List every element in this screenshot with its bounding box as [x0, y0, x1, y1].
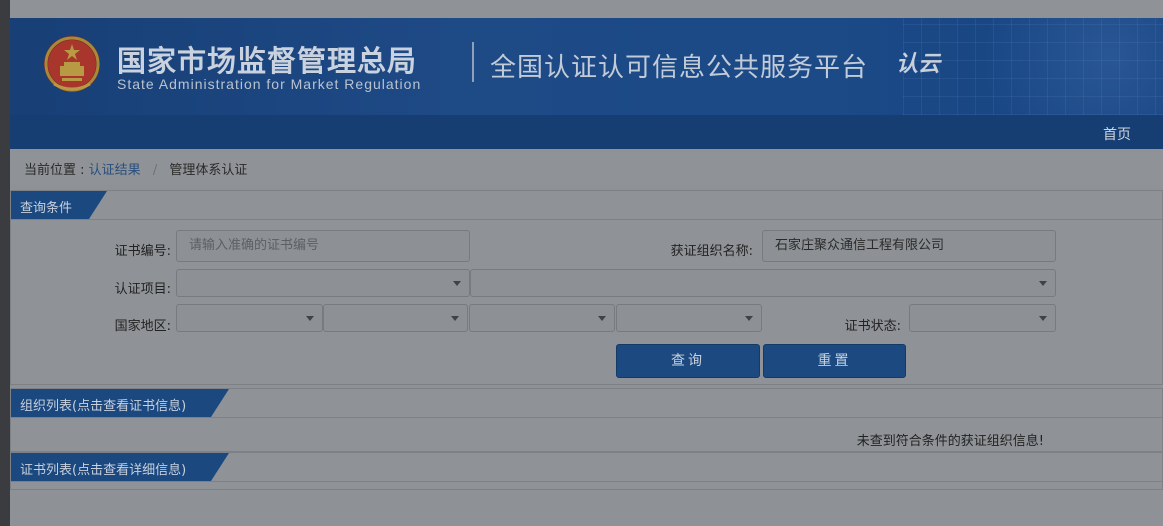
project-sub-select[interactable] — [470, 269, 1056, 297]
org-name-label: 获证组织名称: — [670, 244, 753, 259]
breadcrumb-current: 管理体系认证 — [169, 163, 248, 178]
header-divider — [472, 42, 474, 82]
breadcrumb-separator: / — [152, 163, 158, 178]
chevron-down-icon — [745, 316, 753, 321]
chevron-down-icon — [1039, 316, 1047, 321]
query-panel-divider — [11, 219, 1162, 220]
search-button[interactable]: 查询 — [616, 344, 760, 378]
project-select[interactable] — [176, 269, 470, 297]
platform-logo: 认云 — [896, 52, 941, 77]
region-label: 国家地区: — [114, 319, 171, 334]
region-select-1[interactable] — [176, 304, 323, 332]
cert-list-title[interactable]: 证书列表(点击查看详细信息) — [20, 459, 186, 478]
agency-name-en: State Administration for Market Regulati… — [117, 76, 422, 92]
org-empty-message: 未查到符合条件的获证组织信息! — [856, 434, 1044, 449]
status-select[interactable] — [909, 304, 1056, 332]
reset-button[interactable]: 重置 — [763, 344, 906, 378]
region-select-4[interactable] — [616, 304, 762, 332]
breadcrumb: 当前位置 : 认证结果 / 管理体系认证 — [10, 149, 1163, 185]
nav-bar: 首页 — [10, 115, 1163, 149]
query-panel-title: 查询条件 — [20, 201, 73, 216]
chevron-down-icon — [1039, 281, 1047, 286]
org-list-panel: 组织列表(点击查看证书信息) 未查到符合条件的获证组织信息! — [10, 388, 1163, 452]
site-header: 国家市场监督管理总局 State Administration for Mark… — [10, 18, 1163, 115]
query-panel: 查询条件 证书编号: 请输入准确的证书编号 获证组织名称: 石家庄聚众通信工程有… — [10, 190, 1163, 385]
agency-name-cn: 国家市场监督管理总局 — [117, 44, 418, 78]
org-list-title[interactable]: 组织列表(点击查看证书信息) — [20, 395, 186, 414]
breadcrumb-link-results[interactable]: 认证结果 — [89, 163, 141, 178]
national-emblem-icon — [44, 36, 100, 92]
org-list-divider — [11, 417, 1162, 418]
org-name-input[interactable]: 石家庄聚众通信工程有限公司 — [762, 230, 1056, 262]
cert-list-divider — [11, 481, 1162, 482]
status-label: 证书状态: — [844, 319, 901, 334]
cert-no-label: 证书编号: — [114, 244, 171, 259]
project-label: 认证项目: — [114, 282, 171, 297]
window-left-edge — [0, 0, 10, 526]
header-decoration — [903, 18, 1163, 115]
top-strip — [10, 0, 1163, 18]
chevron-down-icon — [598, 316, 606, 321]
chevron-down-icon — [453, 281, 461, 286]
platform-name: 全国认证认可信息公共服务平台 — [490, 53, 869, 83]
breadcrumb-prefix: 当前位置 : — [24, 163, 85, 178]
cert-list-panel: 证书列表(点击查看详细信息) — [10, 452, 1163, 490]
chevron-down-icon — [306, 316, 314, 321]
region-select-2[interactable] — [323, 304, 468, 332]
chevron-down-icon — [451, 316, 459, 321]
region-select-3[interactable] — [469, 304, 615, 332]
cert-no-input[interactable]: 请输入准确的证书编号 — [176, 230, 470, 262]
nav-home-link[interactable]: 首页 — [1103, 124, 1131, 144]
